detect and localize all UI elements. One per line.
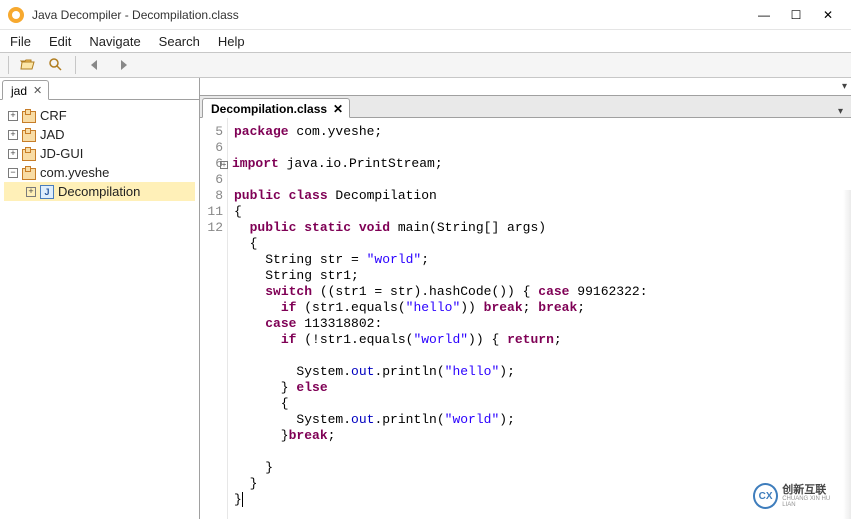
search-button[interactable] (45, 55, 67, 75)
editor-tabs: Decompilation.class ✕ ▾ (200, 96, 851, 118)
nav-back-button[interactable] (84, 55, 106, 75)
line-number: 5 (200, 124, 223, 140)
tab-label: jad (11, 84, 27, 98)
tab-overflow-icon[interactable]: ▾ (838, 106, 849, 117)
code-line: }break; (234, 428, 851, 444)
code-line: +import java.io.PrintStream; (234, 156, 851, 172)
package-icon (22, 147, 36, 161)
tree-item-label: com.yveshe (40, 165, 109, 180)
tree-item-crf[interactable]: CRF (4, 106, 195, 125)
tree-item-label: CRF (40, 108, 67, 123)
tree-item-jd-gui[interactable]: JD-GUI (4, 144, 195, 163)
toolbar (0, 52, 851, 78)
tab-decompilation[interactable]: Decompilation.class ✕ (202, 98, 350, 118)
expand-icon[interactable] (8, 111, 18, 121)
titlebar: Java Decompiler - Decompilation.class — … (0, 0, 851, 30)
fold-icon[interactable]: + (220, 161, 228, 169)
tree-item-label: Decompilation (58, 184, 140, 199)
expand-icon[interactable] (8, 149, 18, 159)
minimize-button[interactable]: — (757, 8, 771, 22)
code-line: } (234, 460, 851, 476)
project-explorer: jad ✕ CRF JAD JD-GUI com.yveshe Decompilatio… (0, 78, 200, 519)
code-line (234, 140, 851, 156)
menu-search[interactable]: Search (159, 34, 200, 49)
window-title: Java Decompiler - Decompilation.class (32, 8, 757, 22)
code-line (234, 348, 851, 364)
tree-item-jad[interactable]: JAD (4, 125, 195, 144)
menu-navigate[interactable]: Navigate (89, 34, 140, 49)
expand-icon[interactable] (26, 187, 36, 197)
code-line: package com.yveshe; (234, 124, 851, 140)
watermark-logo: CX (753, 483, 778, 509)
tree-item-com-yveshe[interactable]: com.yveshe (4, 163, 195, 182)
line-number: 6 (200, 172, 223, 188)
code-line (234, 444, 851, 460)
code-line: switch ((str1 = str).hashCode()) { case … (234, 284, 851, 300)
menubar: File Edit Navigate Search Help (0, 30, 851, 52)
app-icon (8, 7, 24, 23)
right-shadow (843, 190, 851, 519)
watermark-text: 创新互联 (782, 485, 843, 496)
menu-help[interactable]: Help (218, 34, 245, 49)
minimize-pane-icon[interactable]: ▾ (842, 81, 847, 92)
tree-item-label: JD-GUI (40, 146, 83, 161)
code-line: System.out.println("hello"); (234, 364, 851, 380)
collapse-icon[interactable] (8, 168, 18, 178)
code-line: if (str1.equals("hello")) break; break; (234, 300, 851, 316)
maximize-button[interactable]: ☐ (789, 8, 803, 22)
line-number: 11 (200, 204, 223, 220)
code-line: public static void main(String[] args) (234, 220, 851, 236)
tab-label: Decompilation.class (211, 102, 327, 116)
cursor (242, 492, 243, 507)
open-file-button[interactable] (17, 55, 39, 75)
code-line: case 113318802: (234, 316, 851, 332)
code-line: } else (234, 380, 851, 396)
project-tree[interactable]: CRF JAD JD-GUI com.yveshe Decompilation (0, 100, 199, 519)
menu-edit[interactable]: Edit (49, 34, 71, 49)
toolbar-separator (75, 56, 76, 74)
close-button[interactable]: ✕ (821, 8, 835, 22)
expand-icon[interactable] (8, 130, 18, 140)
menu-file[interactable]: File (10, 34, 31, 49)
client-area: jad ✕ CRF JAD JD-GUI com.yveshe Decompilatio… (0, 78, 851, 519)
tree-item-label: JAD (40, 127, 65, 142)
code-line: { (234, 236, 851, 252)
code-editor[interactable]: 566681112 package com.yveshe; +import ja… (200, 118, 851, 519)
line-number: 8 (200, 188, 223, 204)
code-content[interactable]: package com.yveshe; +import java.io.Prin… (228, 118, 851, 519)
code-line: public class Decompilation (234, 188, 851, 204)
code-line (234, 172, 851, 188)
package-icon (22, 128, 36, 142)
tree-item-decompilation[interactable]: Decompilation (4, 182, 195, 201)
code-line: if (!str1.equals("world")) { return; (234, 332, 851, 348)
line-number: 6 (200, 140, 223, 156)
class-icon (40, 185, 54, 199)
code-line: String str = "world"; (234, 252, 851, 268)
package-icon (22, 166, 36, 180)
line-number: 12 (200, 220, 223, 236)
code-line: System.out.println("world"); (234, 412, 851, 428)
close-icon[interactable]: ✕ (33, 84, 42, 97)
tab-jad[interactable]: jad ✕ (2, 80, 49, 100)
editor-pane: ▾ Decompilation.class ✕ ▾ 566681112 pack… (200, 78, 851, 519)
code-line: String str1; (234, 268, 851, 284)
nav-forward-button[interactable] (112, 55, 134, 75)
close-icon[interactable]: ✕ (333, 102, 343, 116)
explorer-tabs: jad ✕ (0, 78, 199, 100)
watermark-subtext: CHUANG XIN HU LIAN (782, 496, 843, 508)
code-line: { (234, 204, 851, 220)
gutter-line-numbers: 566681112 (200, 118, 228, 519)
toolbar-separator (8, 56, 9, 74)
code-line: { (234, 396, 851, 412)
editor-top-strip: ▾ (200, 78, 851, 96)
watermark: CX 创新互联 CHUANG XIN HU LIAN (753, 481, 843, 511)
window-controls: — ☐ ✕ (757, 8, 843, 22)
package-icon (22, 109, 36, 123)
